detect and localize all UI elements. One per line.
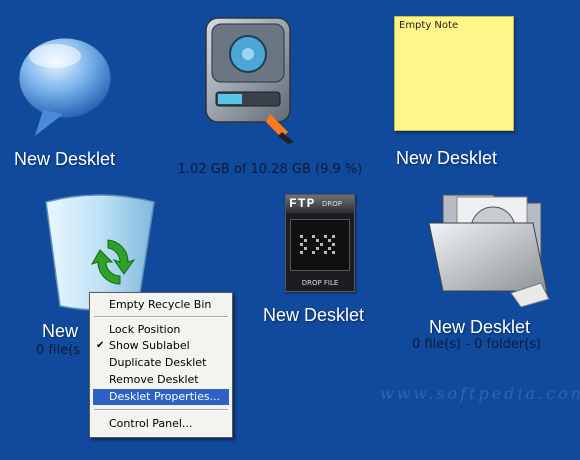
hard-drive-icon [205,17,294,144]
desklet-note[interactable]: Empty Note New Desklet [390,10,530,170]
desklet-label: New Desklet [263,305,365,325]
menu-item-desklet-properties[interactable]: Desklet Properties... [93,389,229,405]
menu-item-control-panel[interactable]: Control Panel... [93,416,229,432]
note-text[interactable]: Empty Note [399,20,458,31]
folder-icon [428,194,550,307]
ftp-footer: DROP FILE [301,279,339,287]
menu-item-show-sublabel[interactable]: ✔ Show Sublabel [93,338,229,354]
ftp-drop-icon: FTP DROP DROP FILE [285,194,355,292]
menu-separator [94,409,228,411]
recycle-sublabel: 0 file(s [36,343,81,358]
ftp-title-small: DROP [322,200,342,208]
menu-separator [94,316,228,318]
desklet-label: New Desklet [14,149,116,169]
desklet-ftp[interactable]: FTP DROP DROP FILE New Desklet [255,190,395,340]
menu-item-empty-recycle-bin[interactable]: Empty Recycle Bin [93,297,229,313]
desklet-label: New Desklet [396,148,498,168]
desklet-bubble[interactable]: New Desklet [10,20,140,170]
drive-usage-text: 1.02 GB of 10.28 GB (9.9 %) [177,162,363,177]
desklet-label: New [42,321,79,341]
checkmark-icon: ✔ [96,340,105,351]
menu-item-lock-position[interactable]: Lock Position [93,322,229,338]
desklet-label: New Desklet [429,317,531,337]
watermark: www.softpedia.com [380,384,580,403]
desklet-drive[interactable]: 1.02 GB of 10.28 GB (9.9 %) [165,10,362,190]
ftp-title: FTP [289,196,316,211]
context-menu: Empty Recycle Bin Lock Position ✔ Show S… [89,292,233,438]
folder-sublabel: 0 file(s) - 0 folder(s) [412,337,542,352]
menu-item-duplicate-desklet[interactable]: Duplicate Desklet [93,355,229,371]
dot-matrix-icon [300,235,335,254]
menu-item-remove-desklet[interactable]: Remove Desklet [93,372,229,388]
desklet-folder[interactable]: New Desklet 0 file(s) - 0 folder(s) [405,185,575,360]
speech-bubble-icon [18,37,112,136]
sticky-note-icon: Empty Note [394,16,514,131]
